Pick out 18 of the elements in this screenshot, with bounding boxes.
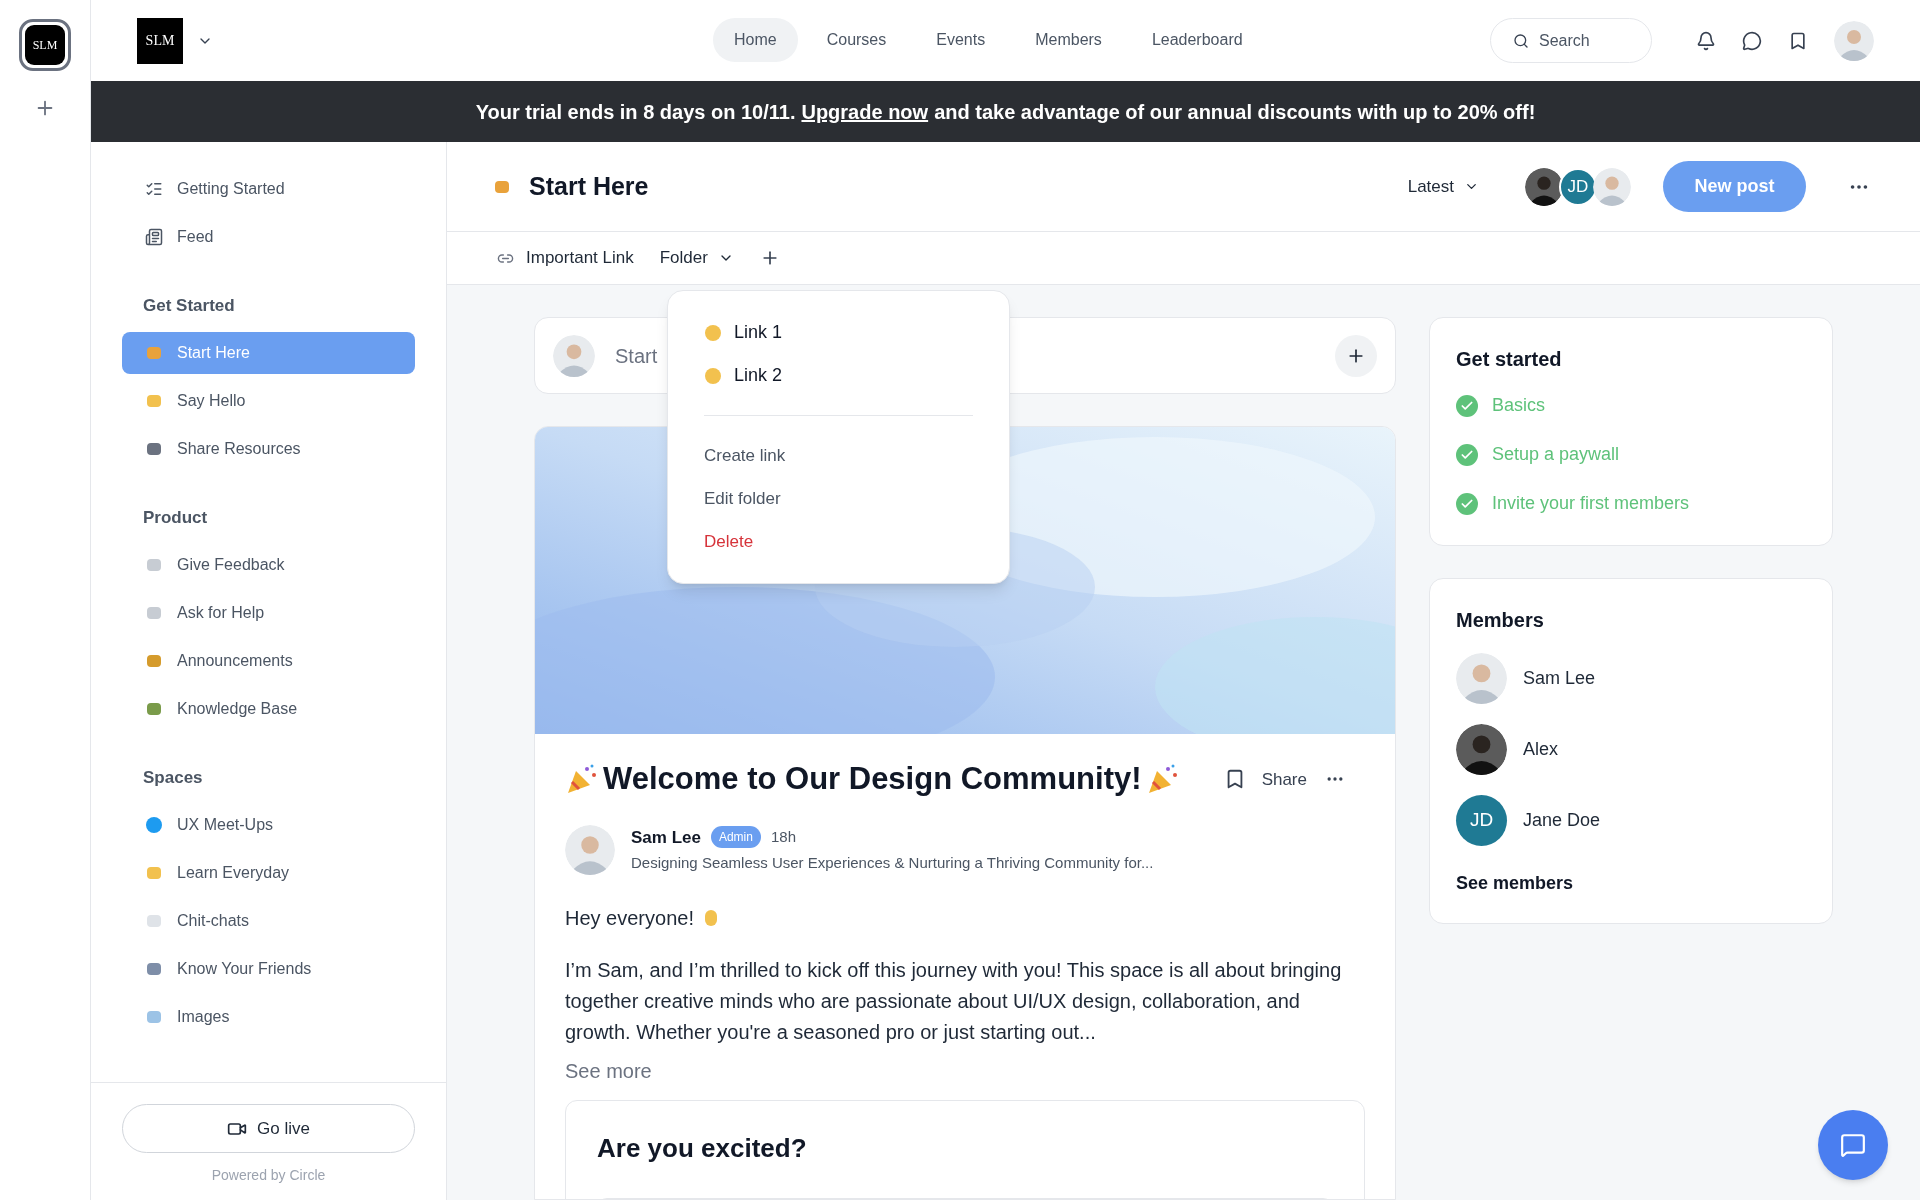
section-heading: Product (142, 507, 209, 530)
admin-badge: Admin (710, 826, 761, 849)
greeting-text: Hey everyone! (565, 905, 694, 931)
card-title: Members (1456, 609, 1544, 631)
banner-text: and take advantage of our annual discounts with up to 20% off! (934, 99, 1536, 125)
initials-avatar: JD (1456, 795, 1507, 846)
section-heading: Get Started (142, 295, 236, 318)
card-title: Get started (1456, 348, 1562, 370)
section-heading: Spaces (142, 767, 204, 790)
initials-avatar: JD (1559, 167, 1597, 206)
powered-by-text: Powered by Circle (211, 1166, 326, 1185)
poll-question: Are you excited? (597, 1132, 807, 1163)
post-body: I’m Sam, and I’m thrilled to kick off this journey with you! This space is all about bringing together creative minds who are passionate about UI/UX design, collaboration, and growth. Whether you're a seasoned pro or just starting out... (565, 957, 1343, 1045)
space-title: Start Here (529, 170, 649, 202)
post-time: 18h (770, 827, 796, 847)
post-title: Welcome to Our Design Community! (603, 760, 1142, 798)
author-headline: Designing Seamless User Experiences & Nurturing a Thriving Community for... (631, 853, 1154, 873)
banner-text: Your trial ends in 8 days on 10/11. (475, 99, 796, 125)
